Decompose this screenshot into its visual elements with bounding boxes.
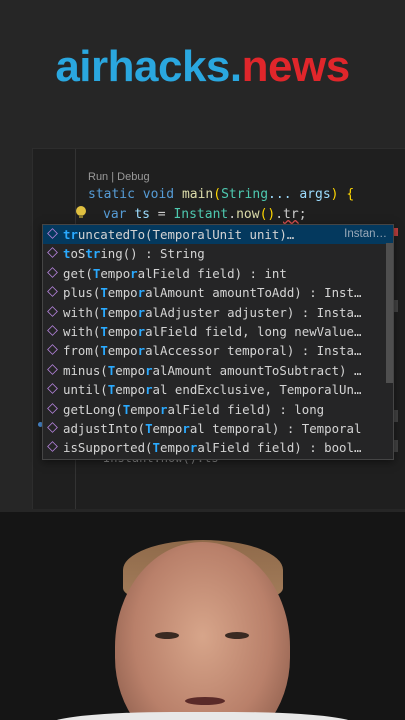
method-icon [47,266,58,278]
autocomplete-widget[interactable]: truncatedTo(TemporalUnit unit)… Instan… to… [42,224,394,460]
method-icon [47,383,58,395]
presenter-shirt [50,712,355,720]
suggestion-item[interactable]: toString() : String [43,244,393,263]
logo-news: news [241,42,351,91]
scroll-marker [394,440,398,452]
suggestion-item[interactable]: getLong(TemporalField field) : long [43,400,393,419]
method-icon [47,344,58,356]
suggestion-item[interactable]: with(TemporalAdjuster adjuster) : Insta… [43,303,393,322]
error-marker [394,228,398,236]
suggestion-item[interactable]: adjustInto(Temporal temporal) : Temporal [43,419,393,438]
airhacks-news-logo: airhacks.news [0,32,405,102]
method-icon [47,421,58,433]
suggestion-item[interactable]: until(Temporal endExclusive, TemporalUn… [43,380,393,399]
logo-airhacks: airhacks [55,42,230,91]
suggestion-label: truncatedTo(TemporalUnit unit)… [63,227,295,242]
method-icon [47,305,58,317]
lightbulb-icon-stem [79,215,83,218]
suggestion-item[interactable]: isSupported(TemporalField field) : bool… [43,438,393,457]
method-icon [47,441,58,453]
presenter-eye [225,632,249,639]
method-icon [47,325,58,336]
suggestion-item[interactable]: with(TemporalField field, long newValue… [43,322,393,341]
suggestion-label: from(TemporalAccessor temporal) : Insta… [63,343,362,359]
suggestion-label: minus(TemporalAmount amountToSubtract) … [63,362,362,378]
scroll-marker [394,300,398,312]
suggestion-item[interactable]: minus(TemporalAmount amountToSubtract) … [43,361,393,380]
scroll-marker [394,410,398,422]
suggestion-item[interactable]: truncatedTo(TemporalUnit unit)… Instan… [43,225,393,245]
suggestion-label: isSupported(TemporalField field) : bool… [63,440,362,456]
method-icon [47,363,58,375]
code-line-current: var ts = Instant.now().tr; [103,207,307,222]
method-icon [47,247,58,259]
suggestion-label: toString() : String [63,246,205,262]
presenter-webcam [0,512,405,720]
suggestion-label: getLong(TemporalField field) : long [63,401,325,417]
suggestion-detail: Instan… [338,225,387,245]
suggestion-label: with(TemporalField field, long newValue… [63,323,362,339]
suggestion-label: plus(TemporalAmount amountToAdd) : Inst… [63,285,362,301]
autocomplete-scrollbar[interactable] [386,243,393,383]
method-icon [47,228,58,239]
code-line-main: static void main(String... args) { [88,187,355,202]
suggestion-label: until(Temporal endExclusive, TemporalUn… [63,382,362,398]
presenter-eye [155,632,179,639]
method-icon [47,286,58,298]
suggestion-label: get(TemporalField field) : int [63,265,287,281]
suggestion-label: with(TemporalAdjuster adjuster) : Insta… [63,304,362,320]
suggestion-item[interactable]: from(TemporalAccessor temporal) : Insta… [43,341,393,360]
presenter-mouth [185,697,225,705]
suggestion-item[interactable]: plus(TemporalAmount amountToAdd) : Inst… [43,283,393,302]
indent-guide [75,149,76,229]
suggestion-item[interactable]: get(TemporalField field) : int [43,264,393,283]
method-icon [47,402,58,414]
logo-dot: . [229,42,242,91]
codelens-run-debug[interactable]: Run | Debug [88,171,150,183]
suggestion-label: adjustInto(Temporal temporal) : Temporal [63,420,362,436]
